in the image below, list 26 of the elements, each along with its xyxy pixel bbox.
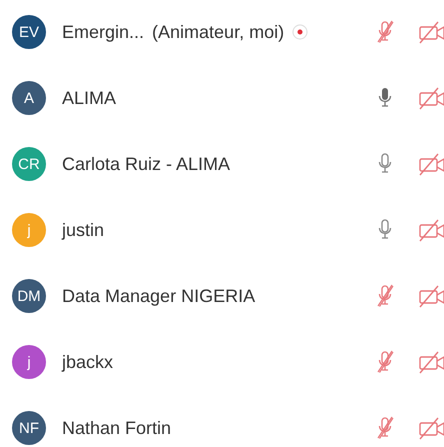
participant-role: (Animateur, moi) — [152, 22, 284, 42]
muted-microphone-icon[interactable] — [375, 283, 395, 309]
camera-off-icon[interactable] — [418, 416, 444, 440]
participant-name: justin — [62, 220, 104, 240]
camera-off-icon[interactable] — [418, 152, 444, 176]
avatar: DM — [12, 279, 46, 313]
muted-microphone-icon[interactable] — [375, 415, 395, 441]
avatar: j — [12, 345, 46, 379]
camera-off-icon[interactable] — [418, 86, 444, 110]
avatar: NF — [12, 411, 46, 445]
camera-off-icon[interactable] — [418, 350, 444, 374]
muted-microphone-icon[interactable] — [375, 19, 395, 45]
participant-name: Data Manager NIGERIA — [62, 286, 256, 306]
camera-off-icon[interactable] — [418, 20, 444, 44]
participant-name: Nathan Fortin — [62, 418, 172, 438]
muted-microphone-icon[interactable] — [375, 349, 395, 375]
avatar: A — [12, 81, 46, 115]
participant-name: ALIMA — [62, 88, 116, 108]
avatar: CR — [12, 147, 46, 181]
participant-name: Emergin... — [62, 22, 144, 42]
camera-off-icon[interactable] — [418, 218, 444, 242]
avatar: EV — [12, 15, 46, 49]
participant-name: Carlota Ruiz - ALIMA — [62, 154, 230, 174]
participant-name: jbackx — [62, 352, 114, 372]
camera-off-icon[interactable] — [418, 284, 444, 308]
avatar: j — [12, 213, 46, 247]
